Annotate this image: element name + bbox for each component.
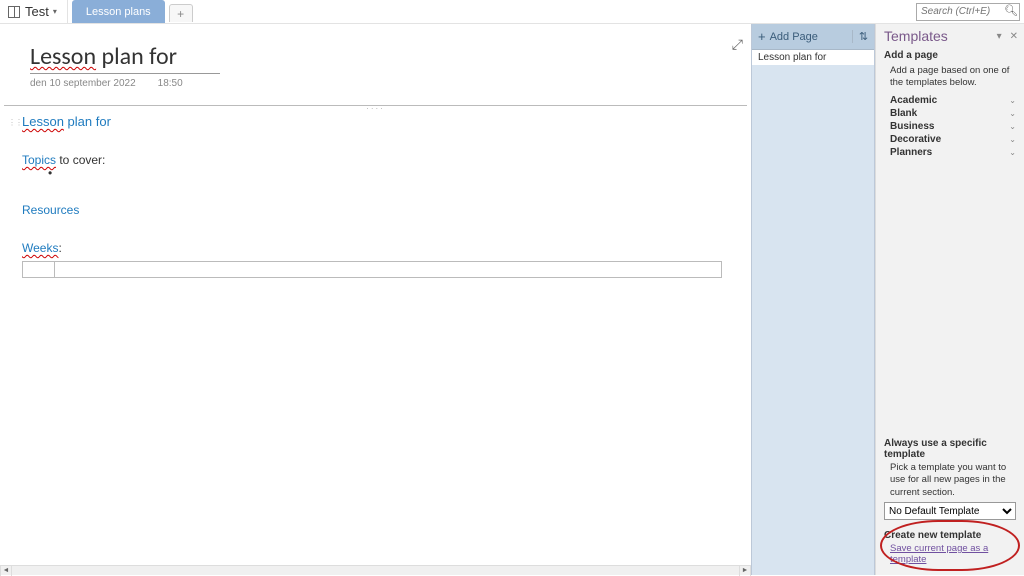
scroll-right-icon[interactable]: ► xyxy=(739,566,751,576)
templates-pane: Templates ▾ ✕ Add a page Add a page base… xyxy=(875,24,1024,575)
templates-always-desc: Pick a template you want to use for all … xyxy=(884,462,1016,499)
page-timestamp: den 10 september 202218:50 xyxy=(30,78,751,89)
topics-bullet[interactable]: • xyxy=(48,167,729,179)
page-title[interactable]: Lesson plan for xyxy=(30,42,220,74)
page-list-item[interactable]: Lesson plan for xyxy=(752,50,874,66)
plus-icon: + xyxy=(758,29,766,44)
tpl-cat-blank[interactable]: Blank⌄ xyxy=(876,107,1024,120)
section-tab-label: Lesson plans xyxy=(86,6,151,18)
chevron-down-icon: ⌄ xyxy=(1009,135,1016,144)
notebook-icon xyxy=(8,6,20,18)
templates-always-heading: Always use a specific template xyxy=(884,438,1016,460)
chevron-down-icon: ⌄ xyxy=(1009,109,1016,118)
tpl-cat-business[interactable]: Business⌄ xyxy=(876,120,1024,133)
weeks-table[interactable] xyxy=(22,261,722,278)
lesson-heading[interactable]: Lesson plan for xyxy=(22,114,729,129)
weeks-heading[interactable]: Weeks: xyxy=(22,241,729,255)
caret-down-icon: ▾ xyxy=(53,7,57,16)
note-container[interactable]: ⋮⋮ ···· Lesson plan for Topics to cover:… xyxy=(4,105,747,565)
horizontal-scrollbar[interactable]: ◄ ► xyxy=(0,565,751,575)
templates-create-heading: Create new template xyxy=(884,530,1016,541)
tpl-cat-planners[interactable]: Planners⌄ xyxy=(876,146,1024,159)
container-handle-icon[interactable]: ···· xyxy=(366,105,385,113)
templates-add-desc: Add a page based on one of the templates… xyxy=(876,63,1024,94)
chevron-down-icon: ⌄ xyxy=(1009,148,1016,157)
chevron-down-icon: ⌄ xyxy=(1009,122,1016,131)
tpl-cat-academic[interactable]: Academic⌄ xyxy=(876,94,1024,107)
page-list-pane: + Add Page ⇅ Lesson plan for xyxy=(751,24,875,575)
templates-close-icon[interactable]: ✕ xyxy=(1010,31,1018,42)
add-page-button[interactable]: + Add Page xyxy=(752,29,852,44)
add-section-button[interactable]: + xyxy=(169,4,193,22)
container-grip-icon[interactable]: ⋮⋮ xyxy=(8,118,22,127)
fullscreen-icon[interactable]: ⤢ xyxy=(732,36,743,53)
notebook-name: Test xyxy=(25,4,49,19)
notebook-dropdown[interactable]: Test ▾ xyxy=(0,0,68,23)
section-tab-active[interactable]: Lesson plans xyxy=(72,0,165,23)
topics-heading[interactable]: Topics to cover: xyxy=(22,153,729,167)
default-template-select[interactable]: No Default Template xyxy=(884,502,1016,520)
chevron-down-icon: ⌄ xyxy=(1009,96,1016,105)
templates-title: Templates xyxy=(884,28,989,44)
resources-heading[interactable]: Resources xyxy=(22,203,729,217)
templates-options-icon[interactable]: ▾ xyxy=(997,31,1002,42)
scroll-left-icon[interactable]: ◄ xyxy=(0,566,12,576)
templates-add-heading: Add a page xyxy=(876,48,1024,63)
page-filter-button[interactable]: ⇅ xyxy=(852,30,874,43)
save-template-link[interactable]: Save current page as a template xyxy=(884,543,1016,565)
search-icon[interactable]: 🔍︎ xyxy=(1004,4,1018,18)
tpl-cat-decorative[interactable]: Decorative⌄ xyxy=(876,133,1024,146)
